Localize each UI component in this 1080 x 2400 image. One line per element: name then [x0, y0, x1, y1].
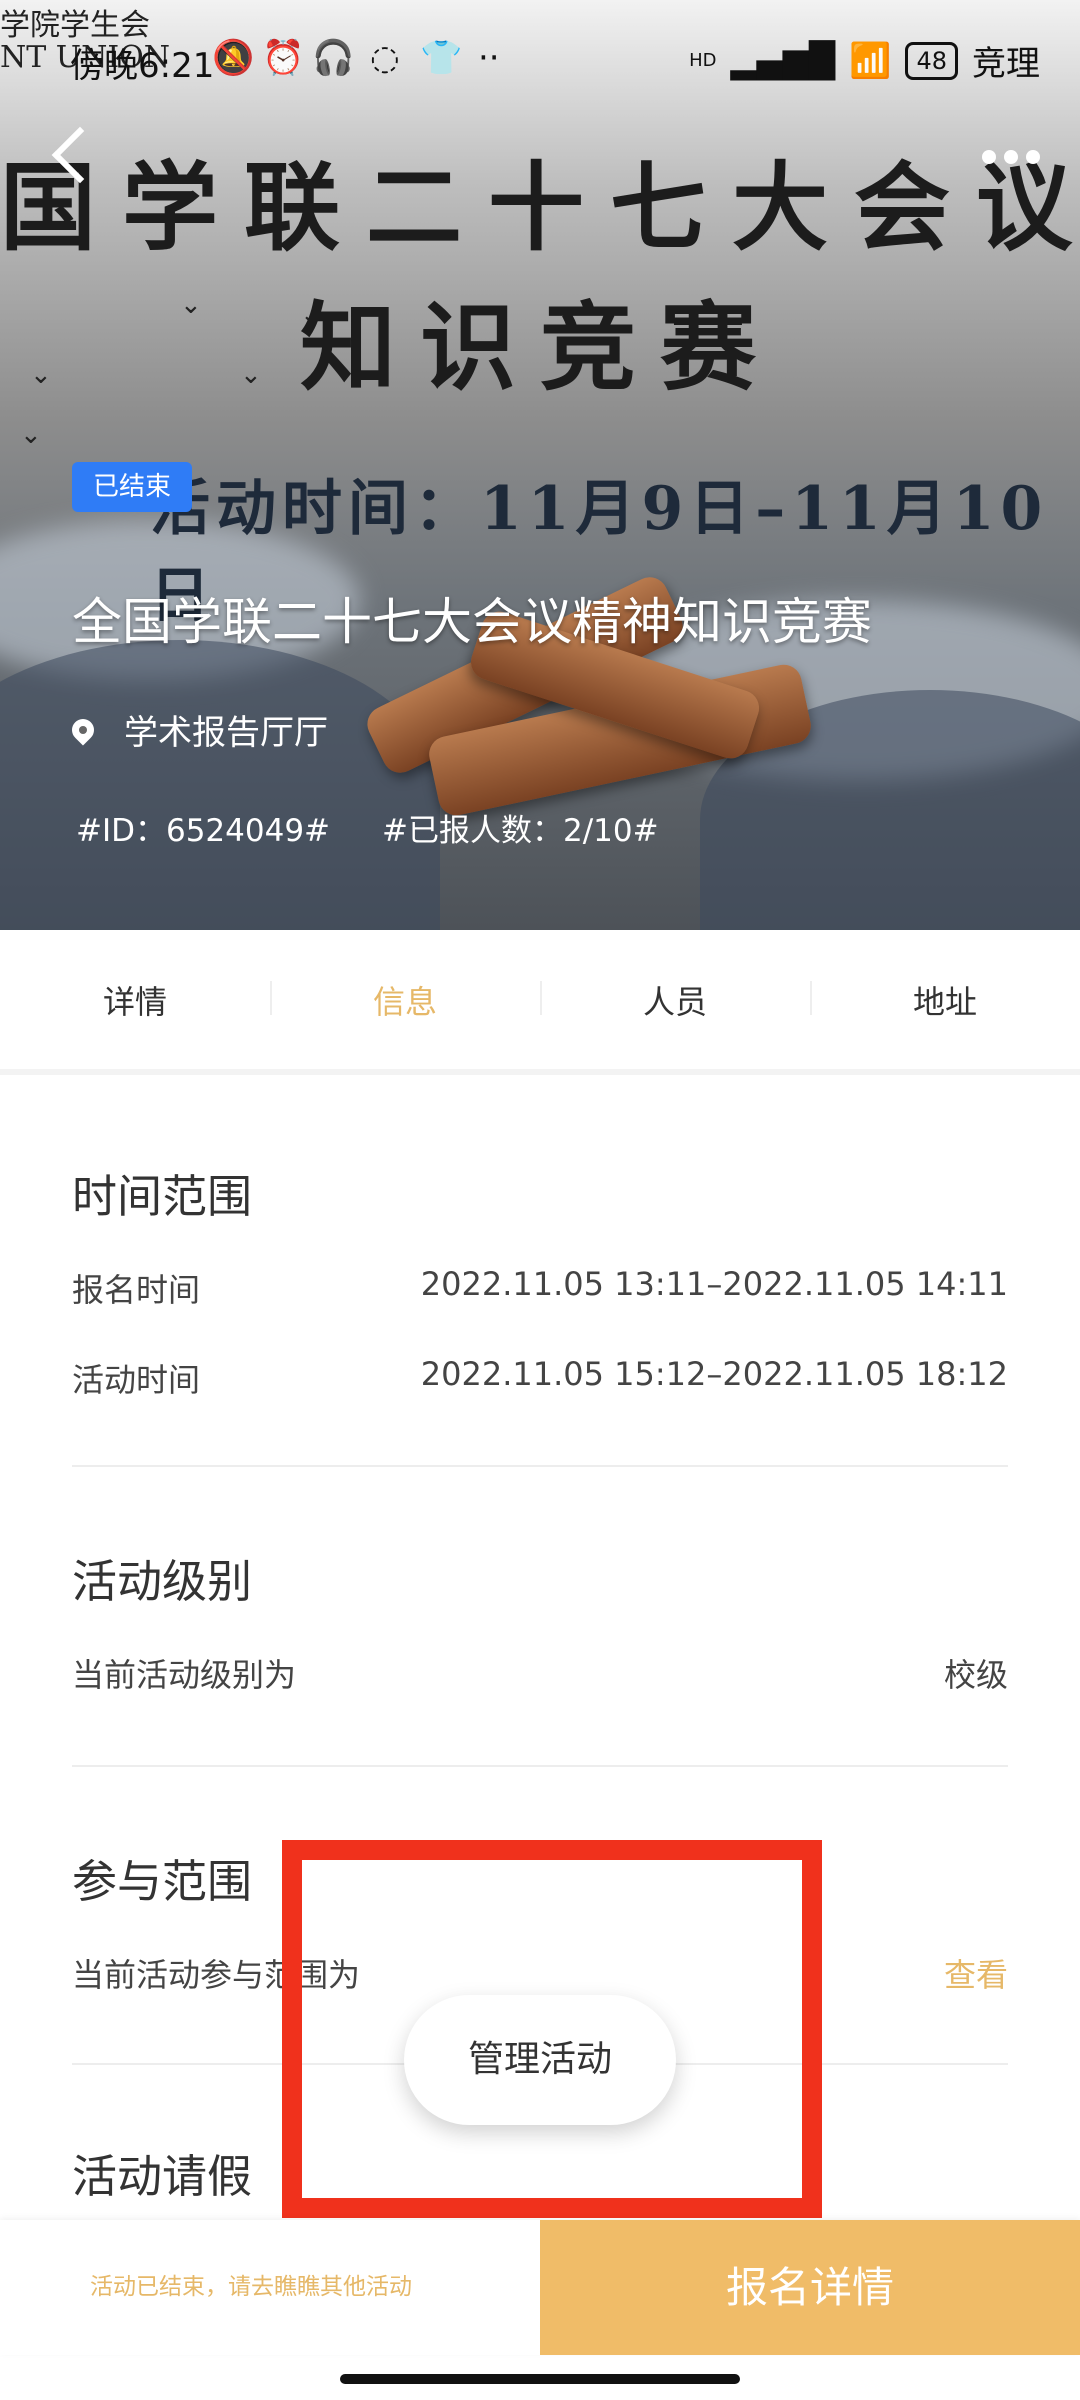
activity-title: 全国学联二十七大会议精神知识竞赛	[72, 593, 872, 651]
signup-time-value: 2022.11.05 13:11–2022.11.05 14:11	[420, 1265, 1008, 1303]
alarm-icon: ⏰	[262, 38, 305, 78]
home-indicator[interactable]	[340, 2374, 740, 2384]
activity-level-section: 活动级别 当前活动级别为 校级	[72, 1545, 1008, 1696]
bottom-action-bar: 活动已结束，请去瞧瞧其他活动 报名详情	[0, 2220, 1080, 2355]
signup-details-button[interactable]: 报名详情	[540, 2220, 1080, 2355]
activity-time-value: 2022.11.05 15:12–2022.11.05 18:12	[420, 1355, 1008, 1393]
more-options-icon[interactable]	[982, 150, 1040, 164]
mountain-decor	[0, 640, 440, 930]
time-range-title: 时间范围	[72, 1170, 253, 1223]
more-notifications-icon: ··	[478, 38, 500, 78]
app-notification-icon: ◌	[370, 38, 400, 78]
detail-tabs: 详情 信息 人员 地址	[0, 930, 1080, 1075]
tshirt-icon: 👕	[420, 38, 463, 78]
signup-time-row: 报名时间 2022.11.05 13:11–2022.11.05 14:11	[72, 1265, 1008, 1311]
tab-address[interactable]: 地址	[810, 977, 1080, 1023]
location-pin-icon	[67, 713, 99, 746]
status-badge: 已结束	[72, 462, 192, 512]
activity-ended-note: 活动已结束，请去瞧瞧其他活动	[90, 2274, 412, 2300]
headphones-icon: 🎧	[312, 38, 355, 78]
tab-details[interactable]: 详情	[0, 977, 270, 1023]
time-range-section: 时间范围 报名时间 2022.11.05 13:11–2022.11.05 14…	[72, 1160, 1008, 1401]
network-label: HD	[689, 50, 717, 71]
divider	[72, 1765, 1008, 1767]
status-time: 傍晚6:21	[70, 46, 215, 86]
activity-level-value: 校级	[943, 1656, 1008, 1694]
status-right-text: 竞理	[972, 44, 1040, 84]
activity-level-title: 活动级别	[72, 1555, 253, 1608]
location-text: 学术报告厅厅	[124, 713, 328, 753]
activity-time-row: 活动时间 2022.11.05 15:12–2022.11.05 18:12	[72, 1355, 1008, 1401]
activity-time-label: 活动时间	[72, 1361, 201, 1399]
tab-info[interactable]: 信息	[270, 977, 540, 1023]
manage-activity-button[interactable]: 管理活动	[404, 1995, 676, 2125]
view-scope-link[interactable]: 查看	[944, 1950, 1008, 1996]
activity-level-row: 当前活动级别为 校级	[72, 1650, 1008, 1696]
bird-decor: ⌄	[20, 420, 42, 450]
banner-title-line2: 知识竞赛	[300, 291, 780, 404]
activity-hero-banner: ⌄ ⌄ ⌄ ⌄ ⌄ 国学联二十七大会议 知识竞赛 活动时间：11月9日–11月1…	[0, 0, 1080, 930]
activity-id: #ID：6524049#	[76, 813, 331, 849]
signup-time-label: 报名时间	[72, 1271, 201, 1309]
tab-members[interactable]: 人员	[540, 977, 810, 1023]
mute-bell-icon: 🔕	[212, 38, 255, 78]
signal-icon: ▂▄▆█	[730, 40, 836, 81]
activity-location: 学术报告厅厅	[67, 705, 328, 754]
banner-title-line1: 国学联二十七大会议	[0, 151, 1080, 264]
signup-count: #已报人数：2/10#	[382, 813, 659, 849]
divider	[72, 1465, 1008, 1467]
wifi-icon: 📶	[849, 40, 892, 81]
battery-indicator: 48	[905, 41, 958, 80]
status-bar: 学院学生会 NT UNION 傍晚6:21 🔕 ⏰ 🎧 ◌ 👕 ·· HD ▂▄…	[0, 0, 1080, 120]
activity-level-label: 当前活动级别为	[72, 1656, 297, 1694]
